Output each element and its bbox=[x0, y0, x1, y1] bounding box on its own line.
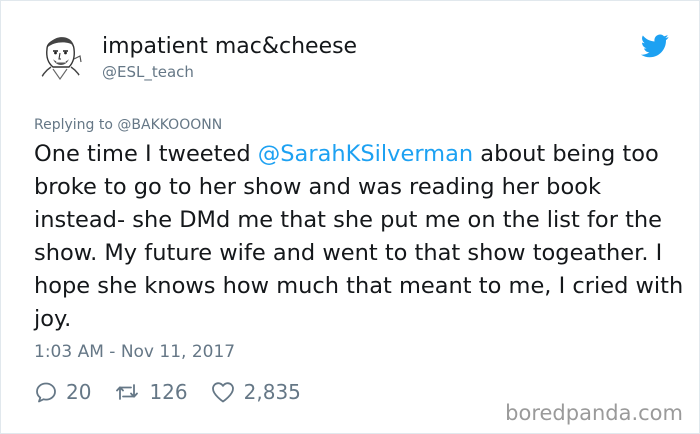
mention-link[interactable]: @SarahKSilverman bbox=[258, 141, 473, 167]
like-count: 2,835 bbox=[243, 380, 301, 404]
tweet-text: One time I tweeted @SarahKSilverman abou… bbox=[34, 138, 694, 336]
user-handle[interactable]: @ESL_teach bbox=[102, 63, 194, 81]
display-name[interactable]: impatient mac&cheese bbox=[102, 34, 357, 59]
tweet-text-after: about being too broke to go to her show … bbox=[34, 141, 684, 332]
replying-to: Replying to @BAKKOOONN bbox=[34, 117, 222, 133]
tweet-timestamp[interactable]: 1:03 AM - Nov 11, 2017 bbox=[34, 342, 235, 362]
like-button[interactable]: 2,835 bbox=[210, 380, 301, 404]
heart-icon bbox=[210, 380, 236, 404]
reply-button[interactable]: 20 bbox=[34, 380, 91, 404]
reply-user-link[interactable]: @BAKKOOONN bbox=[117, 117, 222, 133]
twitter-bird-icon[interactable] bbox=[640, 34, 669, 58]
retweet-count: 126 bbox=[149, 380, 188, 404]
reply-count: 20 bbox=[66, 380, 92, 404]
watermark: boredpanda.com bbox=[505, 401, 683, 425]
sketch-portrait-avatar-icon bbox=[38, 37, 84, 83]
tweet-card: impatient mac&cheese @ESL_teach Replying… bbox=[0, 0, 700, 434]
retweet-icon bbox=[113, 380, 141, 404]
retweet-button[interactable]: 126 bbox=[113, 380, 188, 404]
replying-to-label: Replying to bbox=[34, 117, 113, 133]
reply-icon bbox=[34, 380, 58, 404]
avatar[interactable] bbox=[33, 29, 87, 83]
tweet-text-before: One time I tweeted bbox=[34, 141, 258, 167]
action-bar: 20 126 2,835 bbox=[34, 377, 323, 407]
